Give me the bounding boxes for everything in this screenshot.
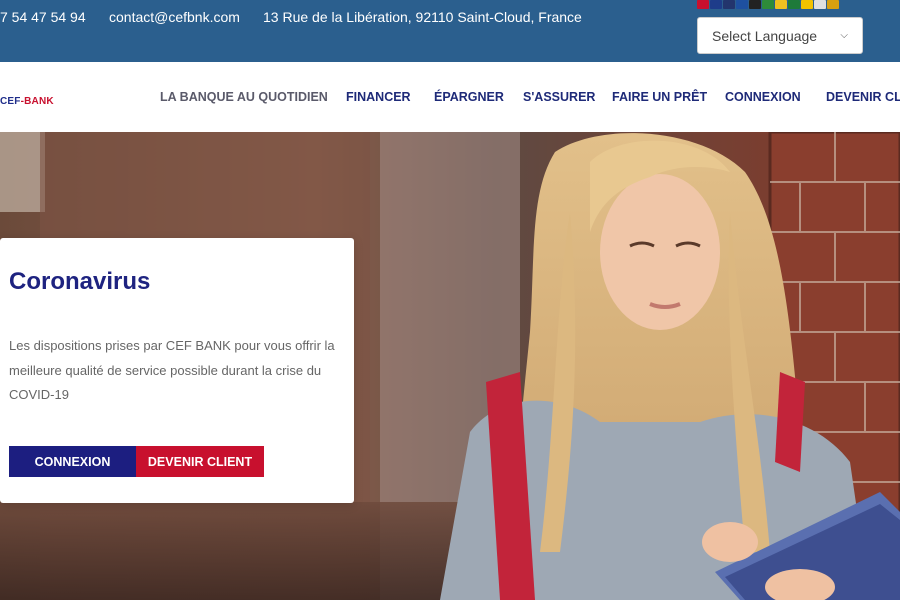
card-description: Les dispositions prises par CEF BANK pou…: [9, 338, 335, 402]
main-navbar: CEF-BANK LA BANQUE AU QUOTIDIEN FINANCER…: [0, 62, 900, 132]
nav-faire-un-pret[interactable]: FAIRE UN PRÊT: [612, 90, 707, 104]
flag-nl[interactable]: [710, 0, 722, 9]
nav-epargner[interactable]: ÉPARGNER: [434, 90, 504, 104]
flag-es[interactable]: [827, 0, 839, 9]
flag-pt[interactable]: [788, 0, 800, 9]
flag-da[interactable]: [697, 0, 709, 9]
language-flags: [697, 0, 839, 10]
flag-de[interactable]: [749, 0, 761, 9]
email-link[interactable]: contact@cefbnk.com: [109, 9, 240, 25]
flag-ru[interactable]: [814, 0, 826, 9]
nav-financer[interactable]: FINANCER: [346, 90, 411, 104]
chevron-down-icon: ⌵: [840, 30, 848, 41]
devenir-client-button[interactable]: DEVENIR CLIENT: [136, 446, 264, 477]
top-contact-bar: 7 54 47 54 94 contact@cefbnk.com 13 Rue …: [0, 0, 900, 62]
phone-number[interactable]: 7 54 47 54 94: [0, 9, 86, 25]
connexion-button[interactable]: CONNEXION: [9, 446, 136, 477]
card-title: Coronavirus: [9, 268, 151, 295]
logo-suffix: -BANK: [20, 96, 54, 107]
coronavirus-card: Coronavirus Les dispositions prises par …: [0, 238, 354, 503]
nav-connexion[interactable]: CONNEXION: [725, 90, 801, 104]
hero-banner: Coronavirus Les dispositions prises par …: [0, 132, 900, 600]
flag-ro[interactable]: [801, 0, 813, 9]
nav-banque-au-quotidien[interactable]: LA BANQUE AU QUOTIDIEN: [160, 90, 328, 104]
logo-prefix: CEF: [0, 96, 21, 107]
address-text: 13 Rue de la Libération, 92110 Saint-Clo…: [263, 9, 582, 25]
flag-lt[interactable]: [775, 0, 787, 9]
flag-it[interactable]: [762, 0, 774, 9]
language-select-value: Select Language: [712, 27, 818, 44]
nav-sassurer[interactable]: S'ASSURER: [523, 90, 595, 104]
flag-en[interactable]: [723, 0, 735, 9]
language-select[interactable]: Select Language ⌵: [697, 17, 863, 54]
flag-fr[interactable]: [736, 0, 748, 9]
nav-devenir-client[interactable]: DEVENIR CLI: [826, 90, 900, 104]
cef-bank-logo[interactable]: CEF-BANK: [0, 96, 54, 107]
